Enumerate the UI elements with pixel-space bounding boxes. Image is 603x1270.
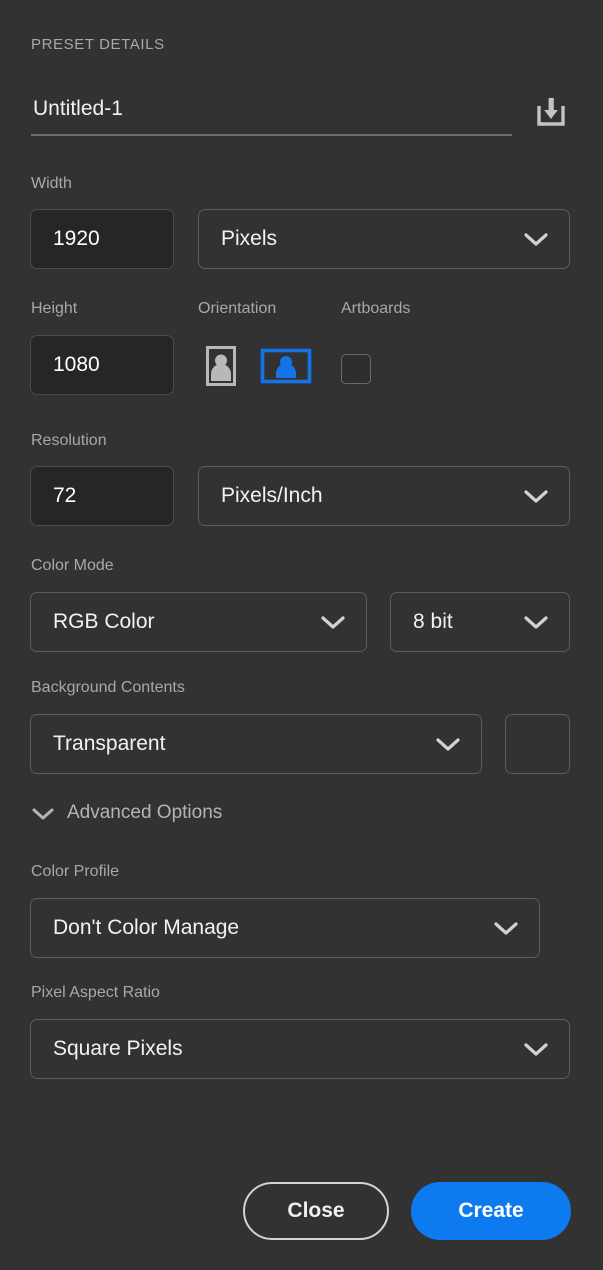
width-unit-value: Pixels xyxy=(221,227,278,250)
chevron-down-icon xyxy=(435,736,481,752)
save-preset-icon[interactable] xyxy=(525,86,577,138)
color-profile-value: Don't Color Manage xyxy=(53,916,240,939)
chevron-down-icon xyxy=(523,231,569,247)
create-button[interactable]: Create xyxy=(411,1182,571,1240)
height-input[interactable] xyxy=(30,335,174,395)
orientation-label: Orientation xyxy=(198,300,277,317)
chevron-down-icon xyxy=(31,806,55,821)
background-color-swatch[interactable] xyxy=(505,714,570,774)
chevron-down-icon xyxy=(523,1041,569,1057)
background-contents-label: Background Contents xyxy=(31,679,185,696)
color-profile-dropdown[interactable]: Don't Color Manage xyxy=(30,898,540,958)
color-mode-value: RGB Color xyxy=(53,610,155,633)
document-name-row xyxy=(31,90,572,150)
background-contents-value: Transparent xyxy=(53,732,166,755)
pixel-aspect-ratio-value: Square Pixels xyxy=(53,1037,183,1060)
chevron-down-icon xyxy=(320,614,366,630)
document-name-input[interactable] xyxy=(31,90,512,136)
pixel-aspect-ratio-label: Pixel Aspect Ratio xyxy=(31,984,160,1001)
resolution-unit-value: Pixels/Inch xyxy=(221,484,323,507)
chevron-down-icon xyxy=(523,614,569,630)
close-button[interactable]: Close xyxy=(243,1182,389,1240)
color-depth-value: 8 bit xyxy=(413,610,453,633)
advanced-options-label: Advanced Options xyxy=(67,802,223,823)
color-mode-dropdown[interactable]: RGB Color xyxy=(30,592,367,652)
page-title: PRESET DETAILS xyxy=(31,36,165,53)
color-mode-label: Color Mode xyxy=(31,557,114,574)
color-profile-label: Color Profile xyxy=(31,863,120,880)
background-contents-dropdown[interactable]: Transparent xyxy=(30,714,482,774)
landscape-orientation-icon[interactable] xyxy=(259,344,313,388)
resolution-unit-dropdown[interactable]: Pixels/Inch xyxy=(198,466,570,526)
width-input[interactable] xyxy=(30,209,174,269)
color-depth-dropdown[interactable]: 8 bit xyxy=(390,592,570,652)
resolution-input[interactable] xyxy=(30,466,174,526)
width-label: Width xyxy=(31,175,72,192)
resolution-label: Resolution xyxy=(31,432,107,449)
artboards-label: Artboards xyxy=(341,300,411,317)
chevron-down-icon xyxy=(493,920,539,936)
preset-details-panel: PRESET DETAILS Width Pixels Height Orien… xyxy=(0,0,603,1270)
advanced-options-toggle[interactable]: Advanced Options xyxy=(31,798,222,828)
portrait-orientation-icon[interactable] xyxy=(199,344,243,388)
chevron-down-icon xyxy=(523,488,569,504)
height-label: Height xyxy=(31,300,78,317)
artboards-checkbox[interactable] xyxy=(341,354,371,384)
width-unit-dropdown[interactable]: Pixels xyxy=(198,209,570,269)
pixel-aspect-ratio-dropdown[interactable]: Square Pixels xyxy=(30,1019,570,1079)
